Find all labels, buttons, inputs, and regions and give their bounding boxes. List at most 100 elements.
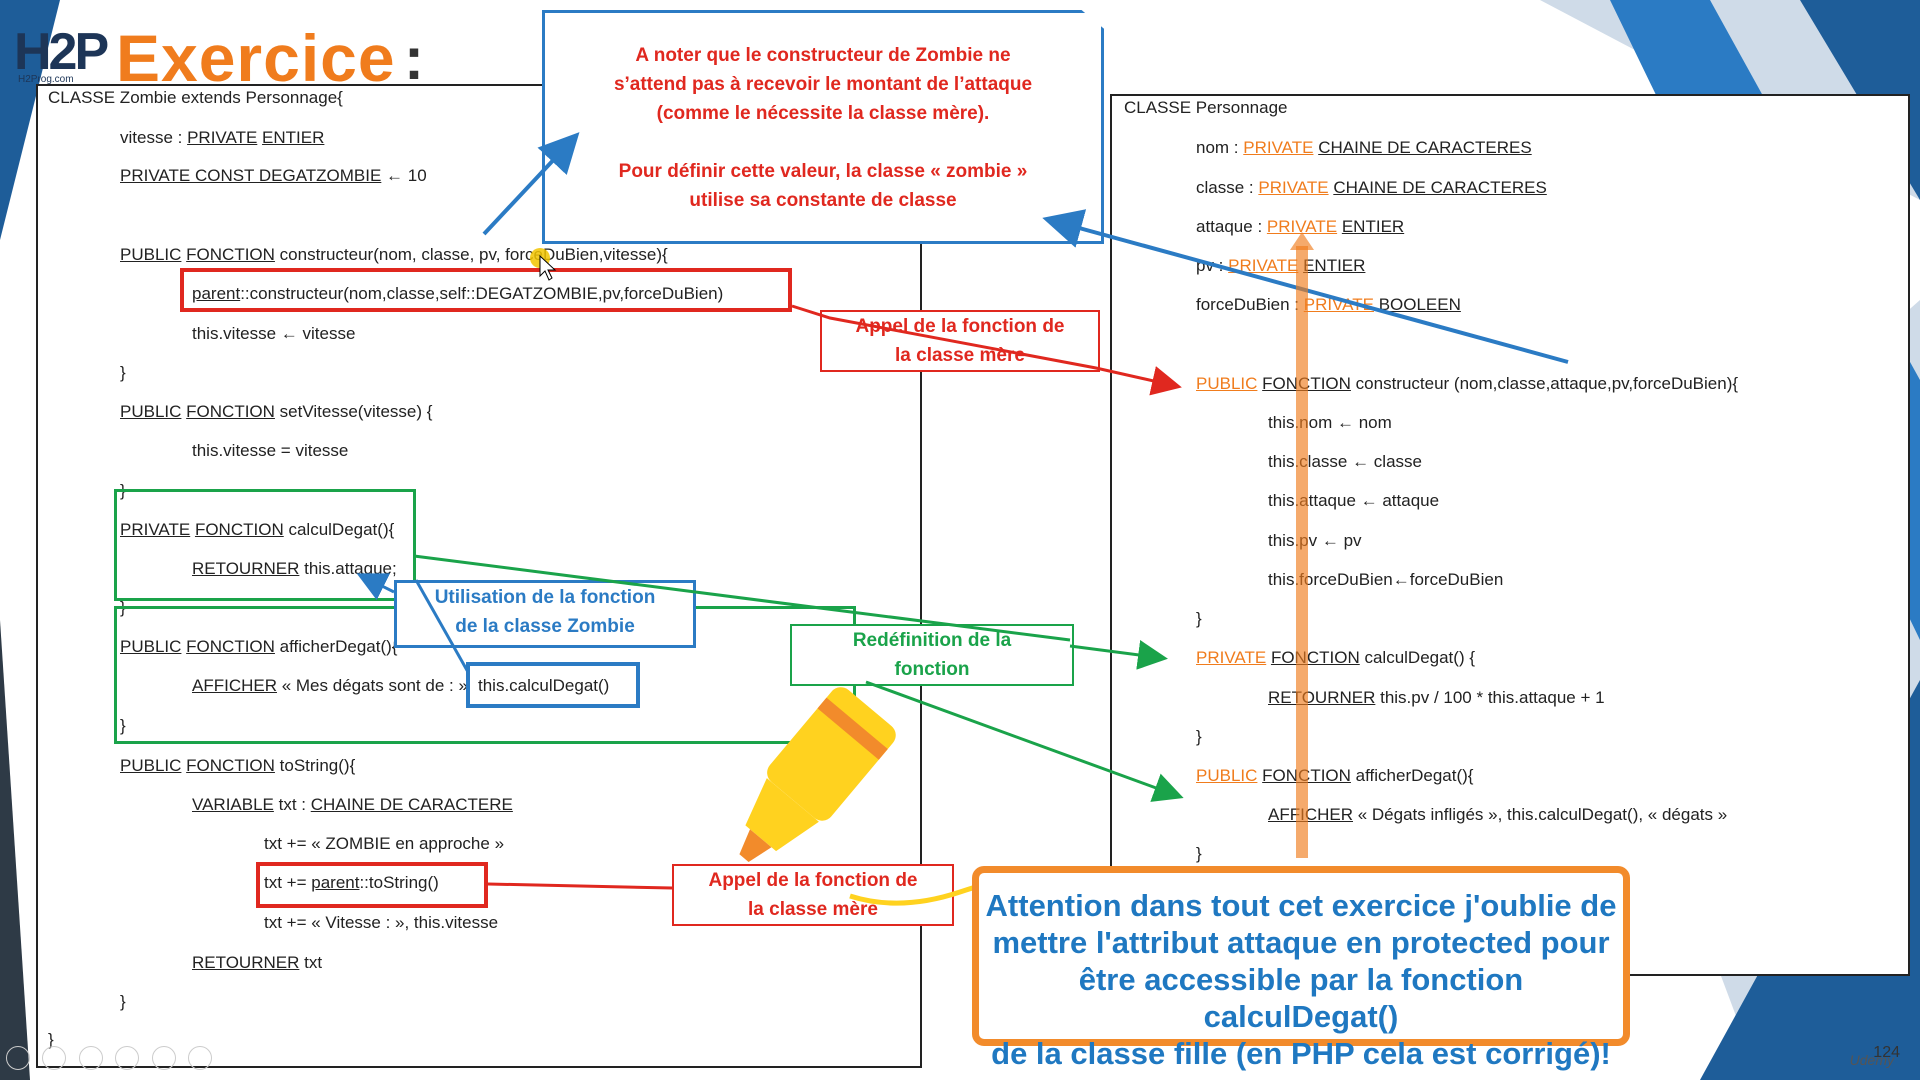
keyword: PUBLIC — [120, 402, 182, 421]
warning-box: Attention dans tout cet exercice j'oubli… — [972, 866, 1630, 1071]
personnage-line-calculdegat: PRIVATE FONCTION calculDegat() { — [1196, 648, 1475, 668]
keyword: PRIVATE — [187, 128, 258, 147]
zombie-line-setvitesse: PUBLIC FONCTION setVitesse(vitesse) { — [120, 402, 432, 422]
code-text: txt — [299, 953, 323, 972]
code-text: this.pv / 100 * this.attaque + 1 — [1375, 688, 1605, 707]
keyword: RETOURNER — [192, 953, 300, 972]
personnage-line-brace: } — [1196, 609, 1202, 628]
code-text: classe : — [1196, 178, 1259, 197]
calculdegat-highlight — [114, 489, 416, 601]
personnage-line-nom: nom : PRIVATE CHAINE DE CARACTERES — [1196, 138, 1532, 158]
note-line: s’attend pas à recevoir le montant de l’… — [613, 74, 1033, 95]
zombie-line-assign: this.vitesse = vitesse — [192, 441, 349, 460]
callout-line: fonction — [894, 659, 970, 680]
warning-line: de la classe fille (en PHP cela est corr… — [991, 1036, 1611, 1071]
slides-grid-icon[interactable] — [115, 1046, 140, 1070]
keyword: PRIVATE — [1266, 217, 1338, 236]
personnage-line-classe: classe : PRIVATE CHAINE DE CARACTERES — [1196, 178, 1547, 198]
logo-text: H2P — [14, 23, 109, 81]
code-text: constructeur(nom, classe, pv, forceDuBie… — [274, 245, 668, 264]
personnage-line-forcedubien: forceDuBien : PRIVATE BOOLEEN — [1196, 295, 1461, 315]
callout-line: Utilisation de la fonction — [434, 587, 656, 608]
code-text: nom : — [1196, 138, 1244, 157]
keyword: PRIVATE CONST DEGATZOMBIE — [120, 166, 382, 185]
personnage-line-this-classe: this.classe ← classe — [1268, 452, 1422, 471]
personnage-line-brace: } — [1196, 727, 1202, 746]
slide-nav-controls — [6, 1046, 220, 1072]
personnage-line-pv: pv : PRIVATE ENTIER — [1196, 256, 1365, 276]
keyword: PUBLIC — [1196, 374, 1258, 393]
zombie-use-callout: Utilisation de la fonction de la classe … — [394, 580, 696, 648]
keyword: FONCTION — [1270, 648, 1360, 667]
zombie-line-constructor: PUBLIC FONCTION constructeur(nom, classe… — [120, 245, 668, 265]
keyword: PRIVATE — [1303, 295, 1374, 314]
zombie-line-const: PRIVATE CONST DEGATZOMBIE ← 10 — [120, 166, 427, 186]
callout-line: la classe mère — [895, 345, 1025, 366]
personnage-line-return: RETOURNER this.pv / 100 * this.attaque +… — [1268, 688, 1605, 708]
udemy-watermark: Udemy — [1849, 1052, 1894, 1068]
constructor-note-text: A noter que le constructeur de Zombie ne… — [545, 41, 1101, 215]
code-text: toString(){ — [274, 756, 356, 775]
code-text: vitesse : — [120, 128, 188, 147]
keyword: AFFICHER — [1268, 805, 1353, 824]
keyword: CHAINE DE CARACTERES — [1333, 178, 1547, 197]
code-text: txt : — [273, 795, 311, 814]
zombie-line-brace: } — [120, 992, 126, 1011]
personnage-line-attaque: attaque : PRIVATE ENTIER — [1196, 217, 1404, 237]
personnage-line-afficher: AFFICHER « Dégats infligés », this.calcu… — [1268, 805, 1727, 825]
keyword: FONCTION — [186, 756, 275, 775]
note-spacer — [545, 128, 1101, 157]
keyword: RETOURNER — [1268, 688, 1376, 707]
callout-line: de la classe Zombie — [455, 616, 635, 637]
note-line: utilise sa constante de classe — [689, 190, 957, 211]
personnage-line-this-nom: this.nom ← nom — [1268, 413, 1392, 432]
keyword: PUBLIC — [120, 245, 182, 264]
code-text: setVitesse(vitesse) { — [274, 402, 433, 421]
keyword: CHAINE DE CARACTERES — [1318, 138, 1532, 157]
code-text: afficherDegat(){ — [1350, 766, 1474, 785]
more-options-icon[interactable] — [188, 1046, 213, 1070]
callout-line: Appel de la fonction de — [855, 316, 1065, 337]
note-line: A noter que le constructeur de Zombie ne — [635, 45, 1011, 66]
keyword: ENTIER — [1341, 217, 1405, 236]
warning-line: Attention dans tout cet exercice j'oubli… — [985, 888, 1617, 923]
slide-title-colon: : — [404, 25, 424, 92]
note-line: Pour définir cette valeur, la classe « z… — [618, 161, 1028, 182]
zombie-line-vitesse: vitesse : PRIVATE ENTIER — [120, 128, 324, 148]
keyword: PUBLIC — [1196, 766, 1258, 785]
code-text: attaque : — [1196, 217, 1267, 236]
note-line: (comme le nécessite la classe mère). — [656, 103, 990, 124]
code-text: forceDuBien : — [1196, 295, 1304, 314]
parent-tostring-highlight — [256, 862, 488, 908]
keyword: FONCTION — [1262, 766, 1351, 785]
zombie-class-header: CLASSE Zombie extends Personnage{ — [48, 88, 343, 107]
prev-slide-icon[interactable] — [6, 1046, 30, 1070]
zombie-line-brace: } — [120, 363, 126, 382]
keyword: PUBLIC — [120, 756, 182, 775]
next-slide-icon[interactable] — [42, 1046, 67, 1070]
personnage-line-brace: } — [1196, 844, 1202, 863]
parent-call-callout: Appel de la fonction de la classe mère — [820, 310, 1100, 372]
keyword: FONCTION — [186, 245, 275, 264]
zombie-line-set-vitesse: this.vitesse ← vitesse — [192, 324, 356, 343]
warning-line: mettre l'attribut attaque en protected p… — [992, 925, 1610, 960]
h2prog-logo: H2P H2Prog.com — [14, 18, 109, 86]
keyword: PRIVATE — [1243, 138, 1314, 157]
keyword: VARIABLE — [192, 795, 274, 814]
keyword: PRIVATE — [1196, 648, 1267, 667]
code-text: ← 10 — [381, 166, 427, 185]
keyword: BOOLEEN — [1378, 295, 1461, 314]
zombie-line-txt1: txt += « ZOMBIE en approche » — [264, 834, 505, 853]
code-text: « Dégats infligés », this.calculDegat(),… — [1353, 805, 1728, 824]
keyword: FONCTION — [186, 402, 275, 421]
personnage-line-this-pv: this.pv ← pv — [1268, 531, 1362, 550]
keyword: PRIVATE — [1258, 178, 1329, 197]
pen-icon[interactable] — [78, 1046, 103, 1070]
keyword: CHAINE DE CARACTERE — [310, 795, 513, 814]
zoom-icon[interactable] — [151, 1046, 176, 1070]
personnage-line-afficherdegat: PUBLIC FONCTION afficherDegat(){ — [1196, 766, 1473, 786]
warning-line: être accessible par la fonction calculDe… — [1078, 962, 1524, 1034]
parent-constructor-highlight — [180, 268, 792, 312]
callout-line: Appel de la fonction de — [708, 870, 918, 891]
zombie-line-tostring: PUBLIC FONCTION toString(){ — [120, 756, 355, 776]
